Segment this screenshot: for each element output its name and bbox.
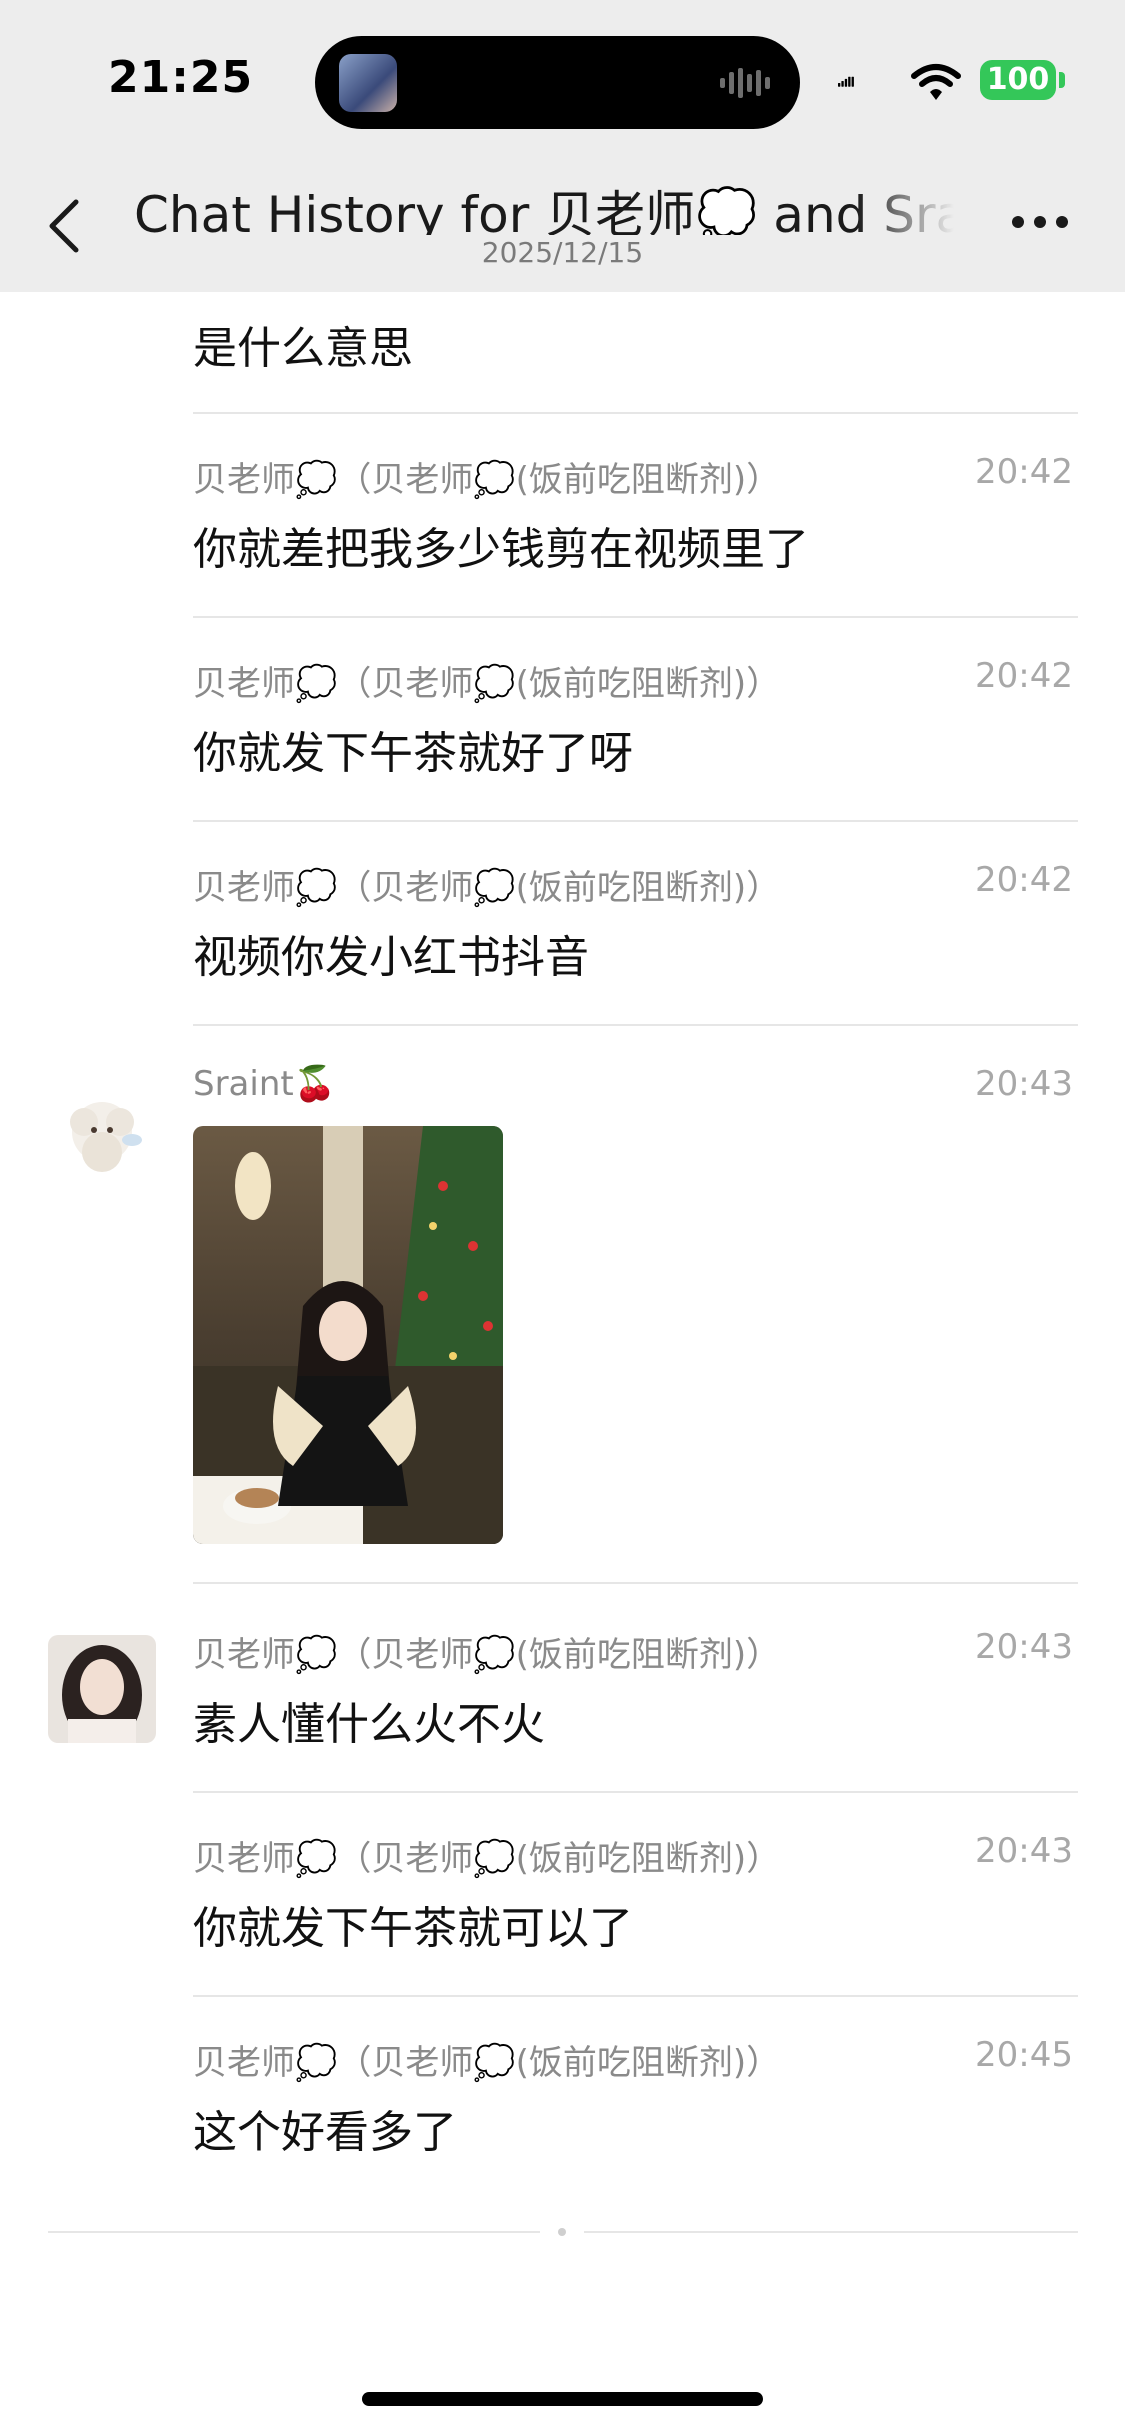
avatar-bei-laoshi[interactable] — [48, 1635, 156, 1743]
message-text: 是什么意思 — [193, 323, 413, 374]
message-text[interactable]: 这个好看多了 — [193, 2096, 457, 2160]
user-avatar-photo — [48, 1635, 156, 1743]
end-separator-dot — [558, 2228, 566, 2236]
message-time: 20:43 — [975, 1064, 1073, 1104]
signal-icon — [838, 76, 854, 87]
fluffy-sheep-avatar-icon — [48, 1082, 156, 1190]
home-indicator[interactable] — [362, 2392, 763, 2406]
chat-image[interactable] — [193, 1126, 503, 1544]
history-date: 2025/12/15 — [481, 236, 644, 269]
message-text[interactable]: 视频你发小红书抖音 — [193, 921, 589, 985]
message-text[interactable]: 你就发下午茶就好了呀 — [193, 717, 633, 781]
message-divider — [193, 1024, 1078, 1026]
message-time: 20:42 — [975, 452, 1073, 492]
photo-woman-christmas-tree — [193, 1126, 503, 1544]
message-sender: 贝老师💭（贝老师💭(饭前吃阻断剂)） — [193, 664, 781, 704]
message-sender: 贝老师💭（贝老师💭(饭前吃阻断剂)） — [193, 1839, 781, 1879]
wifi-icon — [911, 64, 961, 100]
status-time: 21:25 — [108, 52, 254, 103]
avatar-sraint[interactable] — [48, 1082, 156, 1190]
message-time: 20:42 — [975, 860, 1073, 900]
message-time: 20:42 — [975, 656, 1073, 696]
message-divider — [193, 820, 1078, 822]
message-divider — [193, 1791, 1078, 1793]
message-divider — [193, 1582, 1078, 1584]
audio-wave-icon — [720, 68, 770, 98]
message-time: 20:43 — [975, 1627, 1073, 1667]
message-time: 20:45 — [975, 2035, 1073, 2075]
more-dots-icon[interactable] — [1010, 212, 1070, 232]
end-separator-left — [48, 2231, 540, 2233]
page-title: Chat History for 贝老师💭 and Srain — [134, 186, 954, 235]
header-bar: 21:25 100 Chat History for 贝老师💭 and Srai… — [0, 0, 1125, 292]
message-divider — [193, 1995, 1078, 1997]
message-text[interactable]: 素人懂什么火不火 — [193, 1688, 545, 1752]
message-divider — [193, 412, 1078, 414]
message-sender: 贝老师💭（贝老师💭(饭前吃阻断剂)） — [193, 460, 781, 500]
message-sender: 贝老师💭（贝老师💭(饭前吃阻断剂)） — [193, 1635, 781, 1675]
message-divider — [193, 616, 1078, 618]
message-text[interactable]: 你就发下午茶就可以了 — [193, 1892, 633, 1956]
battery-tip — [1059, 72, 1065, 88]
dynamic-island[interactable] — [315, 36, 800, 129]
now-playing-artwork — [339, 54, 397, 112]
message-time: 20:43 — [975, 1831, 1073, 1871]
message-sender: Sraint🍒 — [193, 1064, 337, 1104]
message-sender: 贝老师💭（贝老师💭(饭前吃阻断剂)） — [193, 2043, 781, 2083]
battery-icon: 100 — [980, 60, 1056, 100]
end-separator-right — [584, 2231, 1078, 2233]
message-text[interactable]: 你就差把我多少钱剪在视频里了 — [193, 513, 809, 577]
message-sender: 贝老师💭（贝老师💭(饭前吃阻断剂)） — [193, 868, 781, 908]
